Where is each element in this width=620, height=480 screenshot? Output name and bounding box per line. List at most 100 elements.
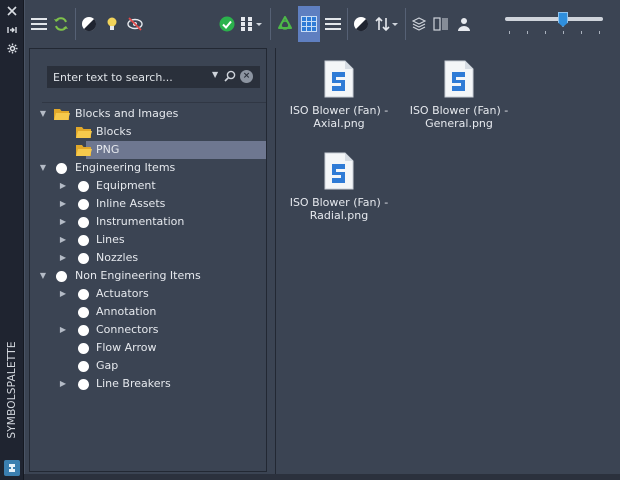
category-tree-panel: ▼ × ▼ Blocks and Images Blocks PNG [29,48,267,472]
toolbar [25,0,620,46]
grid-options-dropdown[interactable] [239,13,265,35]
tree-node-actuators[interactable]: ▶ Actuators [38,285,266,303]
display-mode-button[interactable] [351,13,371,35]
chevron-down-icon[interactable]: ▼ [38,270,48,282]
circle-icon [56,271,67,282]
tree-node-label: Engineering Items [75,161,176,174]
close-palette-button[interactable] [4,4,20,18]
file-item[interactable]: ISO Blower (Fan) - Radial.png [284,152,394,222]
tree-node-label: PNG [96,143,120,156]
tree-node-label: Lines [96,233,125,246]
list-view-button[interactable] [323,13,343,35]
layers-icon [412,17,426,31]
tree-node-label: Inline Assets [96,197,166,210]
display-mode-icon [354,17,369,32]
chevron-right-icon[interactable]: ▶ [58,234,68,246]
pin-button[interactable] [4,23,20,37]
tree-node-equipment[interactable]: ▶ Equipment [38,177,266,195]
chevron-right-icon[interactable]: ▶ [58,378,68,390]
refresh-button[interactable] [51,13,71,35]
palette-title: SYMBOLSPALETTE [6,341,18,439]
tree-node-annotation[interactable]: Annotation [38,303,266,321]
tree-node-gap[interactable]: Gap [38,357,266,375]
chevron-right-icon[interactable]: ▶ [58,324,68,336]
folder-open-icon [76,126,92,142]
tree-node-png[interactable]: PNG [76,141,266,159]
tree-node-line-breakers[interactable]: ▶ Line Breakers [38,375,266,393]
tree-node-non-engineering-items[interactable]: ▼ Non Engineering Items [38,267,266,285]
symbol-file-grid: ISO Blower (Fan) - Axial.png ISO Blower … [275,48,620,474]
recycle-icon [278,16,292,30]
approve-button[interactable] [218,13,236,35]
checkmark-icon [219,16,235,32]
close-icon [7,6,17,16]
visibility-toggle-button[interactable] [125,13,145,35]
tree-node-engineering-items[interactable]: ▼ Engineering Items [38,159,266,177]
file-item[interactable]: ISO Blower (Fan) - Axial.png [284,60,394,130]
list-view-icon [325,18,341,30]
tree-node-label: Equipment [96,179,156,192]
tree-node-flow-arrow[interactable]: Flow Arrow [38,339,266,357]
tree-node-inline-assets[interactable]: ▶ Inline Assets [38,195,266,213]
zoom-tick [509,31,510,34]
tree-node-instrumentation[interactable]: ▶ Instrumentation [38,213,266,231]
png-file-icon [323,152,355,190]
grid-options-icon [241,17,262,31]
contrast-button[interactable] [79,13,99,35]
file-name-line1: ISO Blower (Fan) - [409,104,509,117]
tree-node-lines[interactable]: ▶ Lines [38,231,266,249]
pin-icon [7,27,17,33]
layers-button[interactable] [410,13,428,35]
user-button[interactable] [455,13,473,35]
panel-bottom-edge [24,474,620,480]
grid-view-icon [301,16,317,32]
visibility-toggle-icon [127,17,143,31]
settings-icon [6,42,18,54]
chevron-right-icon[interactable]: ▶ [58,180,68,192]
chevron-right-icon[interactable]: ▶ [58,288,68,300]
zoom-tick [545,31,546,34]
search-button[interactable] [224,70,236,85]
tree-node-label: Gap [96,359,119,372]
app-logo-icon[interactable] [4,460,20,476]
circle-icon [78,325,89,336]
chevron-right-icon[interactable]: ▶ [58,216,68,228]
text-abc-button[interactable] [432,13,450,35]
chevron-right-icon[interactable]: ▶ [58,198,68,210]
file-item[interactable]: ISO Blower (Fan) - General.png [404,60,514,130]
tree-node-label: Line Breakers [96,377,171,390]
tree-node-blocks[interactable]: Blocks [38,123,266,141]
symbol-palette-panel: ▼ × ▼ Blocks and Images Blocks PNG [24,0,620,480]
zoom-slider-track [505,17,603,21]
menu-button[interactable] [29,13,49,35]
zoom-tick [527,31,528,34]
lightbulb-button[interactable] [102,13,122,35]
text-abc-icon [433,17,448,31]
palette-settings-button[interactable] [4,41,20,55]
palette-side-strip: SYMBOLSPALETTE [0,0,24,480]
user-icon [458,18,470,31]
search-box: ▼ × [47,66,260,88]
circle-icon [56,163,67,174]
circle-icon [78,253,89,264]
search-input[interactable] [53,70,211,84]
tree-node-label: Actuators [96,287,149,300]
zoom-slider-thumb[interactable] [558,12,568,27]
tree-node-blocks-and-images[interactable]: ▼ Blocks and Images [38,105,266,123]
clear-search-button[interactable]: × [240,70,253,83]
chevron-right-icon[interactable]: ▶ [58,252,68,264]
search-history-dropdown[interactable]: ▼ [212,70,218,79]
sort-dropdown[interactable] [374,13,400,35]
tree-node-label: Flow Arrow [96,341,157,354]
chevron-down-icon[interactable]: ▼ [38,108,48,120]
tree-node-connectors[interactable]: ▶ Connectors [38,321,266,339]
grid-view-button[interactable] [298,6,320,42]
toolbar-separator [270,8,271,40]
search-icon [224,70,236,82]
recycle-button[interactable] [275,13,295,35]
circle-icon [78,343,89,354]
zoom-slider[interactable] [505,12,605,36]
tree-node-nozzles[interactable]: ▶ Nozzles [38,249,266,267]
zoom-tick [599,31,600,34]
chevron-down-icon[interactable]: ▼ [38,162,48,174]
